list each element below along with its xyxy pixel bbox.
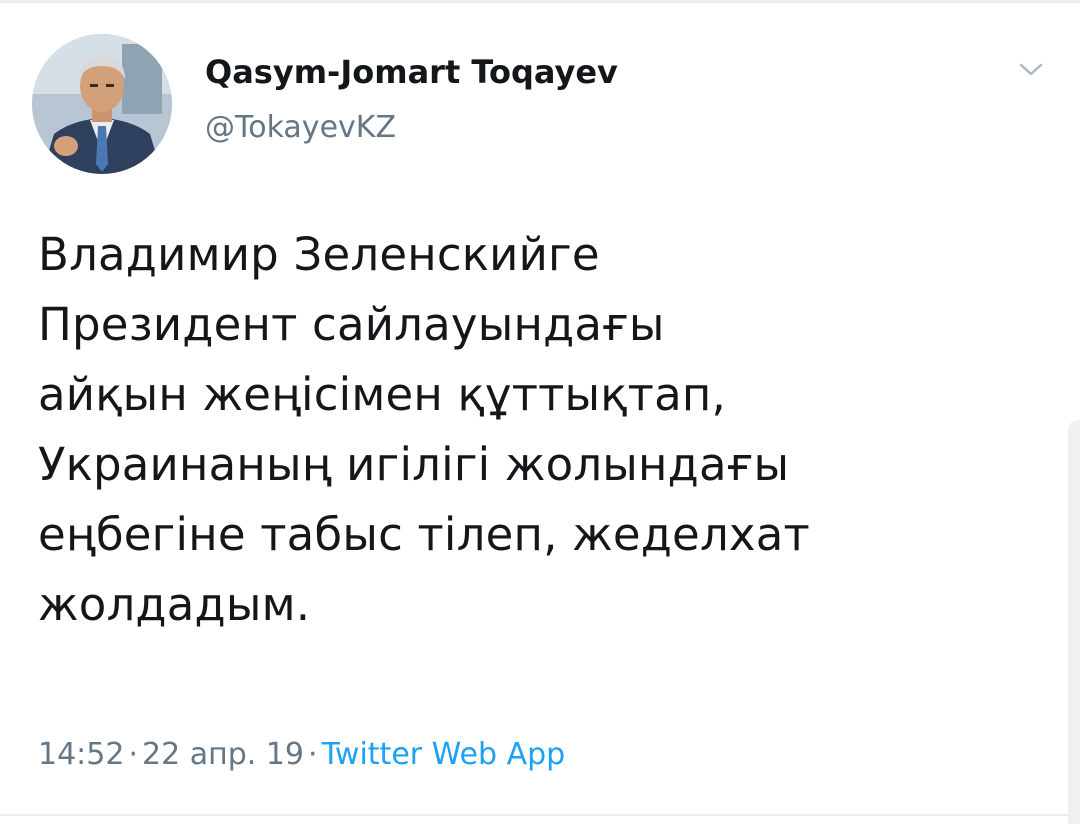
- tweet-source-link[interactable]: Twitter Web App: [322, 737, 566, 772]
- avatar-image: [32, 34, 172, 174]
- tweet-author[interactable]: Qasym-Jomart Toqayev @TokayevKZ: [205, 50, 618, 148]
- tweet[interactable]: Qasym-Jomart Toqayev @TokayevKZ Владимир…: [0, 0, 1080, 824]
- scroll-edge: [1068, 420, 1080, 824]
- tweet-meta: 14:52 · 22 апр. 19 · Twitter Web App: [38, 734, 565, 776]
- meta-separator: ·: [308, 737, 318, 772]
- tweet-time[interactable]: 14:52: [38, 737, 124, 772]
- bottom-divider: [0, 814, 1080, 816]
- chevron-down-icon: [1019, 63, 1043, 76]
- author-handle[interactable]: @TokayevKZ: [205, 108, 618, 148]
- author-display-name[interactable]: Qasym-Jomart Toqayev: [205, 50, 618, 94]
- tweet-text: Владимир Зеленскийге Президент сайлауынд…: [38, 228, 810, 631]
- meta-separator: ·: [128, 737, 139, 772]
- avatar[interactable]: [32, 34, 172, 174]
- tweet-date[interactable]: 22 апр. 19: [142, 737, 304, 772]
- tweet-menu-button[interactable]: [1016, 58, 1046, 82]
